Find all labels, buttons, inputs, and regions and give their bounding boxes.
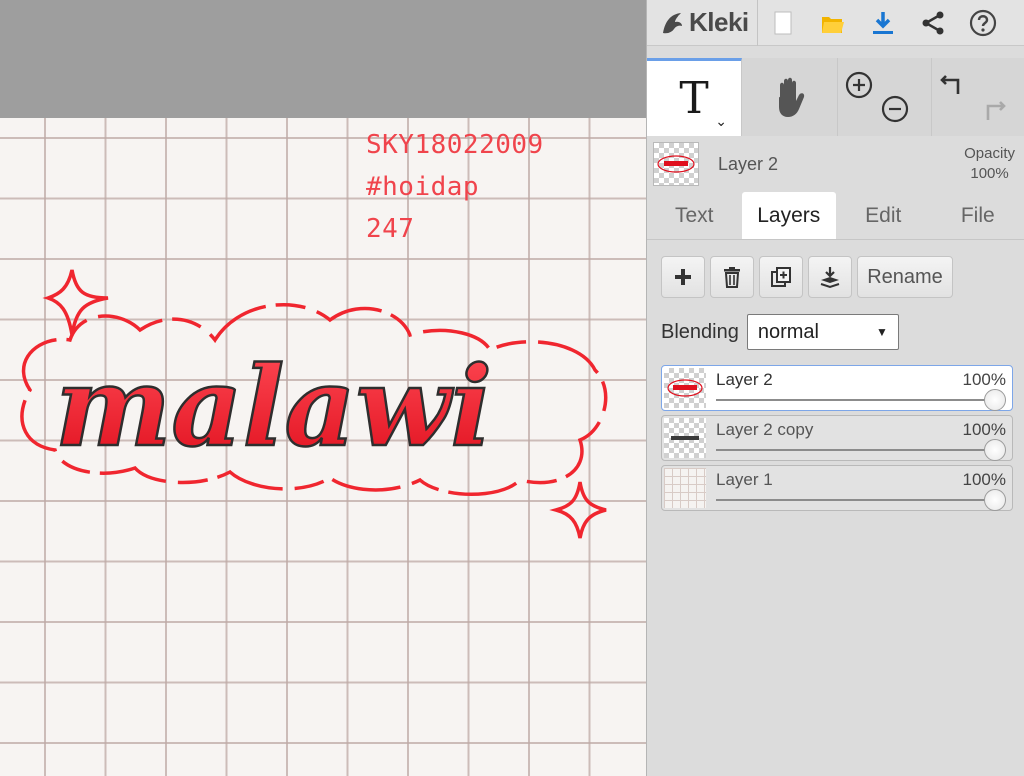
blending-label: Blending <box>661 320 739 343</box>
redo-icon[interactable] <box>978 96 1008 126</box>
layer-thumbnail <box>664 368 706 408</box>
canvas-area[interactable]: SKY18022009 #hoidap 247 malawi <box>0 0 646 776</box>
layer-list: Layer 2 100% Layer 2 copy 100% Layer 1 1… <box>661 365 1013 515</box>
text-tool-icon: T <box>679 73 709 124</box>
layer-actions: Rename <box>661 256 953 298</box>
zoom-in-icon[interactable] <box>844 70 874 100</box>
merge-down-button[interactable] <box>808 256 852 298</box>
side-panel: Kleki T ⌄ Layer 2 Opacity 100% Text Laye… <box>646 0 1024 776</box>
handwritten-line-1: SKY18022009 <box>366 130 544 160</box>
layer-opacity: 100% <box>962 470 1006 489</box>
opacity-value: 100% <box>970 165 1009 182</box>
download-icon <box>872 11 893 34</box>
sparkle-bottom-right <box>549 481 607 539</box>
layer-opacity-slider[interactable] <box>716 449 994 451</box>
layer-opacity-slider[interactable] <box>716 399 994 401</box>
delete-layer-icon <box>724 267 740 288</box>
opacity-label: Opacity <box>964 145 1015 162</box>
thumbnail-art <box>671 436 699 440</box>
layer-name: Layer 2 copy <box>716 420 814 439</box>
undo-icon[interactable] <box>938 70 968 100</box>
share-icon <box>922 11 944 34</box>
layer-opacity-slider-handle[interactable] <box>984 489 1006 511</box>
zoom-out-icon[interactable] <box>880 94 910 124</box>
new-file-button[interactable] <box>758 0 808 46</box>
layer-thumbnail <box>664 418 706 458</box>
open-folder-icon <box>821 16 844 33</box>
kleki-logo[interactable]: Kleki <box>647 0 758 46</box>
hand-tool-icon <box>778 77 804 117</box>
tab-file[interactable]: File <box>931 192 1024 239</box>
current-layer-name: Layer 2 <box>718 154 779 174</box>
blending-mode-value: normal <box>757 320 819 343</box>
tab-edit[interactable]: Edit <box>836 192 931 239</box>
layer-row-layer-2[interactable]: Layer 2 100% <box>661 365 1013 411</box>
layer-opacity-readout: Opacity 100% <box>964 144 1015 184</box>
tab-text[interactable]: Text <box>647 192 742 239</box>
chevron-down-icon[interactable]: ⌄ <box>715 113 727 130</box>
layer-thumbnail <box>664 468 706 508</box>
add-layer-button[interactable] <box>661 256 705 298</box>
new-file-icon <box>774 11 792 34</box>
add-layer-icon <box>675 269 691 285</box>
current-layer-thumbnail <box>653 142 699 186</box>
download-button[interactable] <box>858 0 908 46</box>
thumbnail-art <box>657 155 695 173</box>
text-tool-button[interactable]: T ⌄ <box>647 58 742 136</box>
layer-row-layer-1[interactable]: Layer 1 100% <box>661 465 1013 511</box>
thumbnail-art <box>667 379 703 397</box>
top-bar: Kleki <box>647 0 1024 46</box>
undo-redo-buttons <box>932 58 1024 136</box>
delete-layer-button[interactable] <box>710 256 754 298</box>
duplicate-layer-icon <box>771 267 791 287</box>
layer-opacity: 100% <box>962 420 1006 439</box>
rename-layer-button[interactable]: Rename <box>857 256 953 298</box>
layer-name: Layer 2 <box>716 370 773 389</box>
layer-opacity-slider-handle[interactable] <box>984 439 1006 461</box>
current-layer-info: Layer 2 Opacity 100% <box>647 136 1024 190</box>
hand-tool-button[interactable] <box>742 58 838 136</box>
duplicate-layer-button[interactable] <box>759 256 803 298</box>
tab-layers[interactable]: Layers <box>741 192 836 239</box>
layer-opacity-slider[interactable] <box>716 499 994 501</box>
help-icon <box>969 9 996 36</box>
blending-row: Blending normal ▼ <box>661 314 899 350</box>
app-title: Kleki <box>689 7 749 37</box>
panel-tabs: Text Layers Edit File <box>647 192 1024 240</box>
chevron-down-icon: ▼ <box>875 325 888 339</box>
kleki-logo-icon <box>663 12 682 33</box>
tool-bar: T ⌄ <box>647 58 1024 136</box>
layer-opacity: 100% <box>962 370 1006 389</box>
share-button[interactable] <box>908 0 958 46</box>
layer-name: Layer 1 <box>716 470 773 489</box>
lettering-artwork: malawi <box>20 269 608 539</box>
merge-down-icon <box>820 267 840 289</box>
layer-row-layer-2-copy[interactable]: Layer 2 copy 100% <box>661 415 1013 461</box>
blending-mode-select[interactable]: normal ▼ <box>746 314 899 350</box>
zoom-buttons <box>838 58 932 136</box>
help-button[interactable] <box>958 0 1008 46</box>
open-file-button[interactable] <box>808 0 858 46</box>
malawi-lettering: malawi <box>55 342 492 471</box>
handwritten-line-2: #hoidap <box>366 172 480 202</box>
layer-opacity-slider-handle[interactable] <box>984 389 1006 411</box>
